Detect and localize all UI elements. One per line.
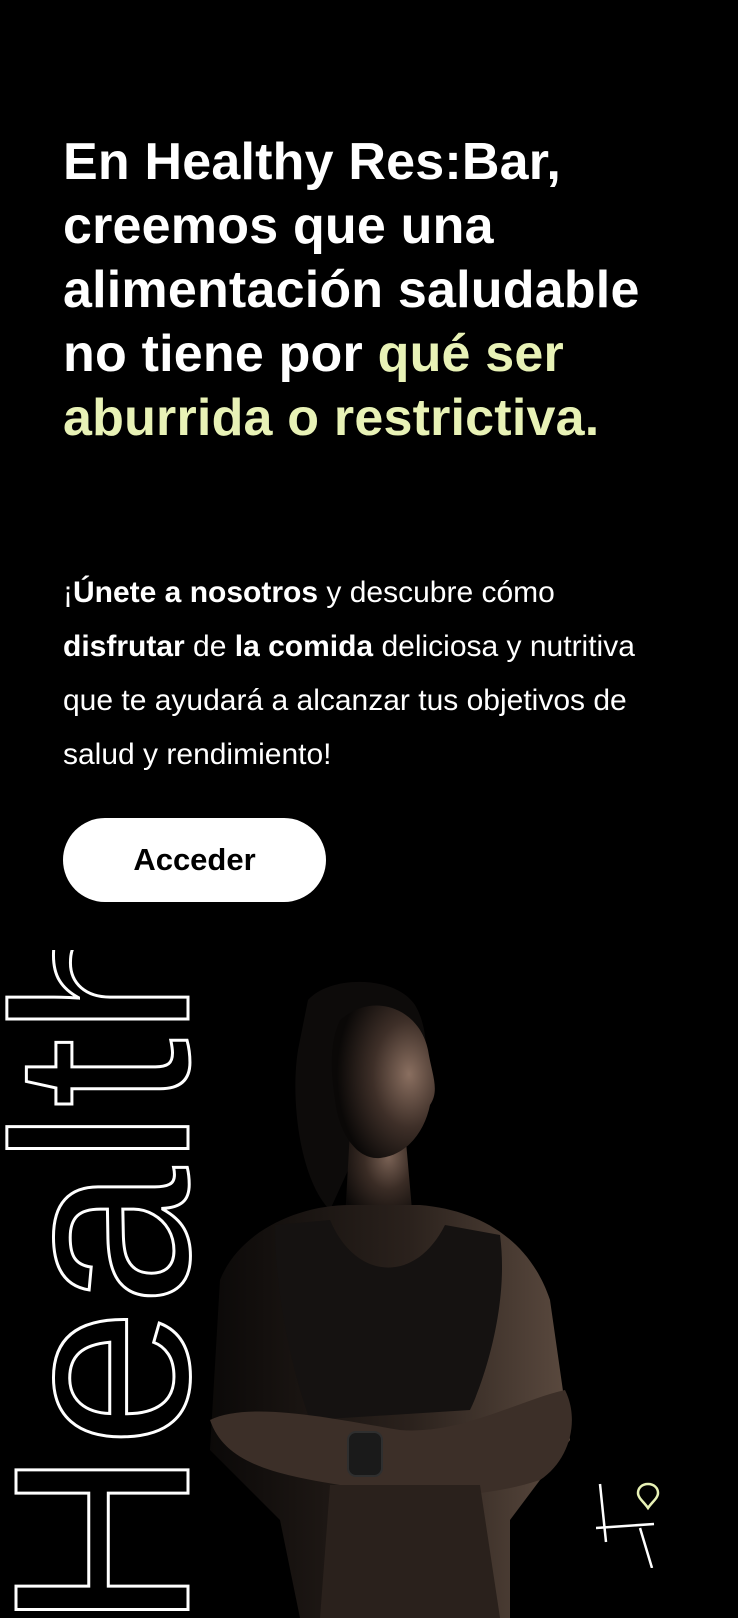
- hero-section: En Healthy Res:Bar, creemos que una alim…: [63, 130, 703, 450]
- acceder-button[interactable]: Acceder: [63, 818, 326, 902]
- abdomen-shape: [320, 1485, 500, 1618]
- intro-paragraph: ¡Únete a nosotros y descubre cómo disfru…: [63, 566, 683, 782]
- watch-shape: [347, 1431, 383, 1477]
- intro-bold-1: Únete a nosotros: [73, 576, 319, 609]
- intro-bold-2: disfrutar: [63, 630, 185, 663]
- athlete-photo: [180, 980, 620, 1618]
- intro-text-1: ¡: [63, 576, 73, 609]
- brand-logo-icon: [595, 1480, 676, 1569]
- hero-headline: En Healthy Res:Bar, creemos que una alim…: [63, 130, 703, 450]
- intro-text-2: y descubre cómo: [318, 576, 555, 609]
- intro-text-3: de: [184, 630, 235, 663]
- intro-bold-3: la comida: [234, 630, 374, 663]
